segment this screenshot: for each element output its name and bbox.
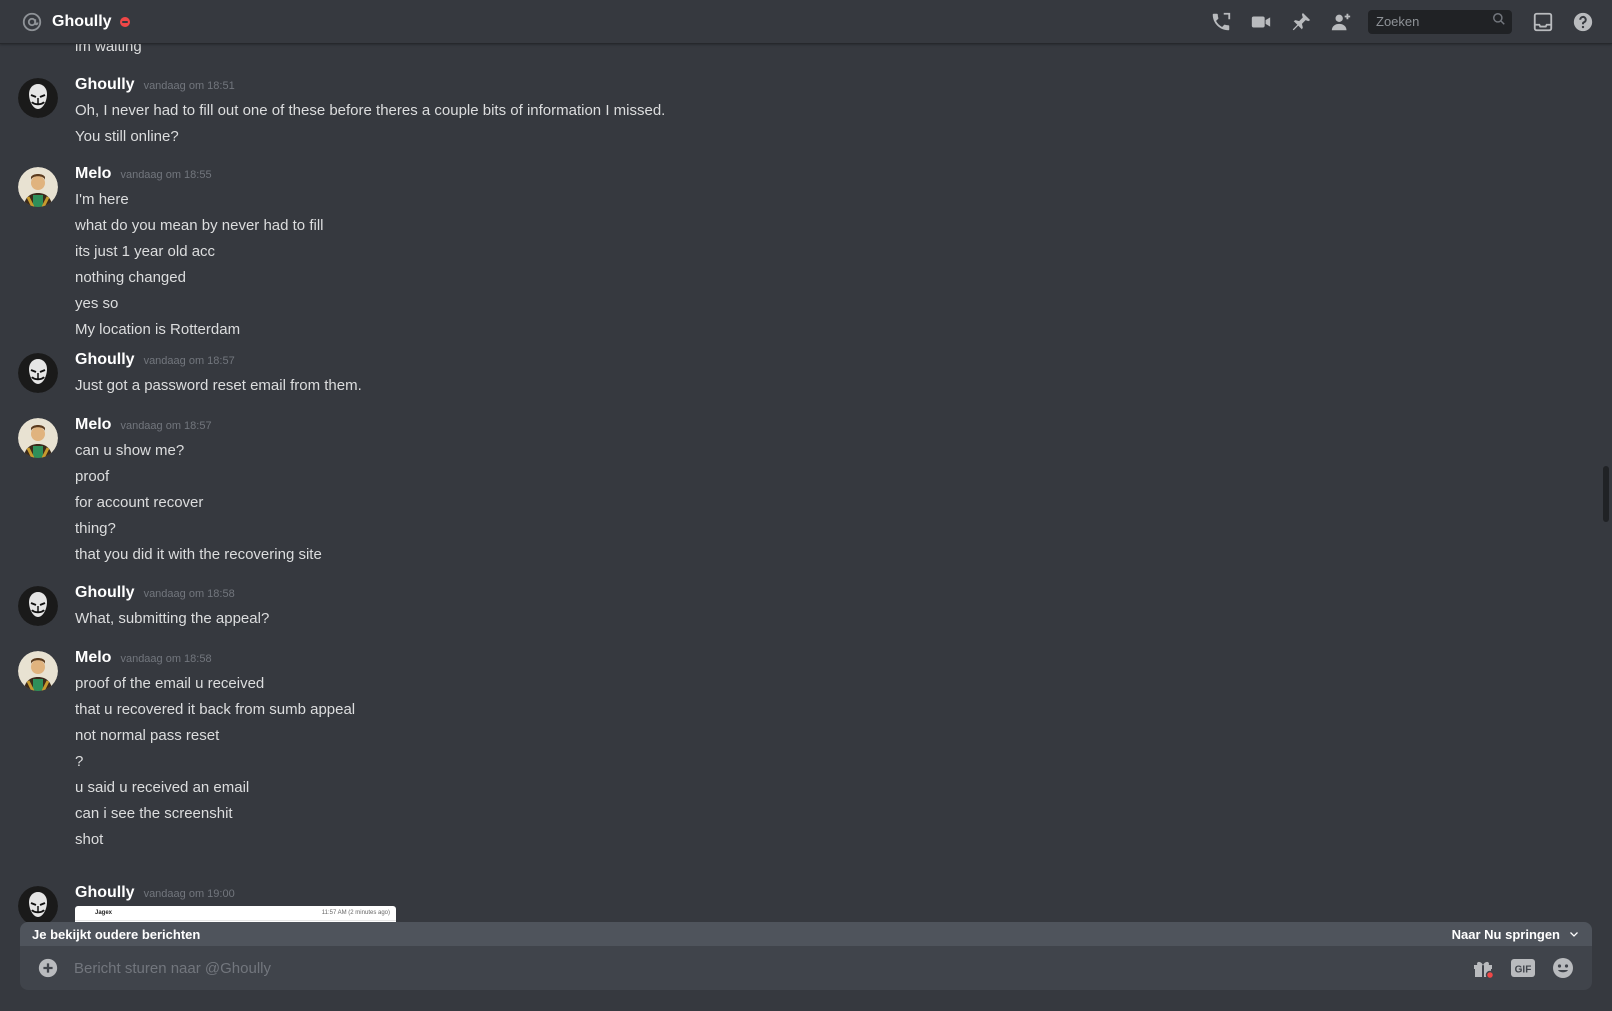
- jump-to-present-button[interactable]: Naar Nu springen: [1452, 927, 1580, 942]
- username[interactable]: Melo: [75, 416, 111, 434]
- search-bar[interactable]: [1368, 9, 1512, 34]
- at-sign-icon: [20, 10, 44, 34]
- gift-icon[interactable]: [1470, 955, 1496, 981]
- older-messages-banner: Je bekijkt oudere berichten Naar Nu spri…: [20, 922, 1592, 946]
- message-line: Just got a password reset email from the…: [75, 377, 362, 394]
- message-line: that you did it with the recovering site: [75, 546, 322, 563]
- timestamp: vandaag om 19:00: [143, 888, 235, 900]
- plus-circle-icon[interactable]: [36, 956, 60, 980]
- email-preview-header: Jagex 11:57 AM (2 minutes ago): [75, 906, 396, 921]
- message-line: can i see the screenshit: [75, 805, 233, 822]
- channel-header: Ghoully: [0, 0, 1612, 44]
- message-line: Oh, I never had to fill out one of these…: [75, 102, 666, 119]
- message-line: what do you mean by never had to fill: [75, 217, 324, 234]
- search-input[interactable]: [1374, 13, 1492, 30]
- timestamp: vandaag om 18:55: [120, 169, 212, 181]
- message-line: What, submitting the appeal?: [75, 610, 270, 627]
- jump-label: Naar Nu springen: [1451, 926, 1560, 942]
- message-line: u said u received an email: [75, 779, 250, 796]
- message-line: nothing changed: [75, 269, 186, 286]
- timestamp: vandaag om 18:51: [143, 80, 235, 92]
- message-line: can u show me?: [75, 442, 185, 459]
- gif-label: GIF: [1515, 965, 1532, 976]
- add-friend-icon[interactable]: [1328, 9, 1354, 35]
- username[interactable]: Melo: [75, 165, 111, 183]
- message-line: yes so: [75, 295, 119, 312]
- message-composer: GIF: [20, 946, 1592, 990]
- message-header: Melo vandaag om 18:55: [75, 165, 212, 185]
- message-body: Oh, I never had to fill out one of these…: [75, 98, 665, 150]
- message-line: I'm here: [75, 191, 129, 208]
- username[interactable]: Ghoully: [75, 884, 135, 902]
- avatar[interactable]: [18, 418, 58, 458]
- message-header: Ghoully vandaag om 18:57: [75, 351, 235, 371]
- username[interactable]: Ghoully: [75, 351, 135, 369]
- older-messages-text: Je bekijkt oudere berichten: [32, 926, 201, 942]
- image-attachment[interactable]: Jagex 11:57 AM (2 minutes ago): [75, 906, 396, 922]
- message-line: im waiting: [75, 44, 142, 55]
- message-body: What, submitting the appeal?: [75, 606, 269, 632]
- inbox-icon[interactable]: [1530, 9, 1556, 35]
- channel-title: Ghoully: [52, 12, 112, 30]
- help-icon[interactable]: [1570, 9, 1596, 35]
- message-line: its just 1 year old acc: [75, 243, 216, 260]
- chevron-down-icon: [1570, 932, 1578, 937]
- message-list: im waiting Ghoully vandaag om 18:51 Oh, …: [0, 44, 1598, 922]
- email-time: 11:57 AM (2 minutes ago): [321, 910, 390, 916]
- message-header: Ghoully vandaag om 19:00: [75, 884, 235, 904]
- message-header: Melo vandaag om 18:57: [75, 416, 212, 436]
- emoji-icon[interactable]: [1550, 955, 1576, 981]
- message-line: shot: [75, 831, 104, 848]
- avatar[interactable]: [18, 167, 58, 207]
- username[interactable]: Ghoully: [75, 76, 135, 94]
- timestamp: vandaag om 18:58: [143, 588, 235, 600]
- message-header: Melo vandaag om 18:58: [75, 649, 212, 669]
- scrollbar-thumb[interactable]: [1603, 466, 1609, 522]
- message-line: that u recovered it back from sumb appea…: [75, 701, 356, 718]
- message-line: thing?: [75, 520, 116, 537]
- gif-icon[interactable]: GIF: [1510, 955, 1536, 981]
- search-icon: [1492, 12, 1506, 31]
- avatar[interactable]: [18, 353, 58, 393]
- pin-icon[interactable]: [1288, 9, 1314, 35]
- avatar[interactable]: [18, 651, 58, 691]
- avatar[interactable]: [18, 886, 58, 922]
- message-body: proof of the email u received that u rec…: [75, 671, 355, 853]
- message-input[interactable]: [72, 958, 1470, 978]
- username[interactable]: Melo: [75, 649, 111, 667]
- message-body: I'm here what do you mean by never had t…: [75, 187, 323, 343]
- video-call-icon[interactable]: [1248, 9, 1274, 35]
- message-line: ?: [75, 753, 84, 770]
- email-sender: Jagex: [95, 910, 113, 916]
- message-body: can u show me? proof for account recover…: [75, 438, 322, 568]
- timestamp: vandaag om 18:57: [120, 420, 212, 432]
- avatar[interactable]: [18, 78, 58, 118]
- dnd-status-icon: [119, 16, 130, 27]
- message-line: You still online?: [75, 128, 179, 145]
- timestamp: vandaag om 18:57: [143, 355, 235, 367]
- header-toolbar: [1208, 0, 1612, 43]
- phone-call-icon[interactable]: [1208, 9, 1234, 35]
- message-header: Ghoully vandaag om 18:51: [75, 76, 235, 96]
- avatar[interactable]: [18, 586, 58, 626]
- timestamp: vandaag om 18:58: [120, 653, 212, 665]
- message-line: proof of the email u received: [75, 675, 265, 692]
- message-line: proof: [75, 468, 110, 485]
- message-header: Ghoully vandaag om 18:58: [75, 584, 235, 604]
- message-body: Just got a password reset email from the…: [75, 373, 362, 399]
- message-line: for account recover: [75, 494, 204, 511]
- message-line: not normal pass reset: [75, 727, 220, 744]
- message-line: My location is Rotterdam: [75, 321, 241, 338]
- username[interactable]: Ghoully: [75, 584, 135, 602]
